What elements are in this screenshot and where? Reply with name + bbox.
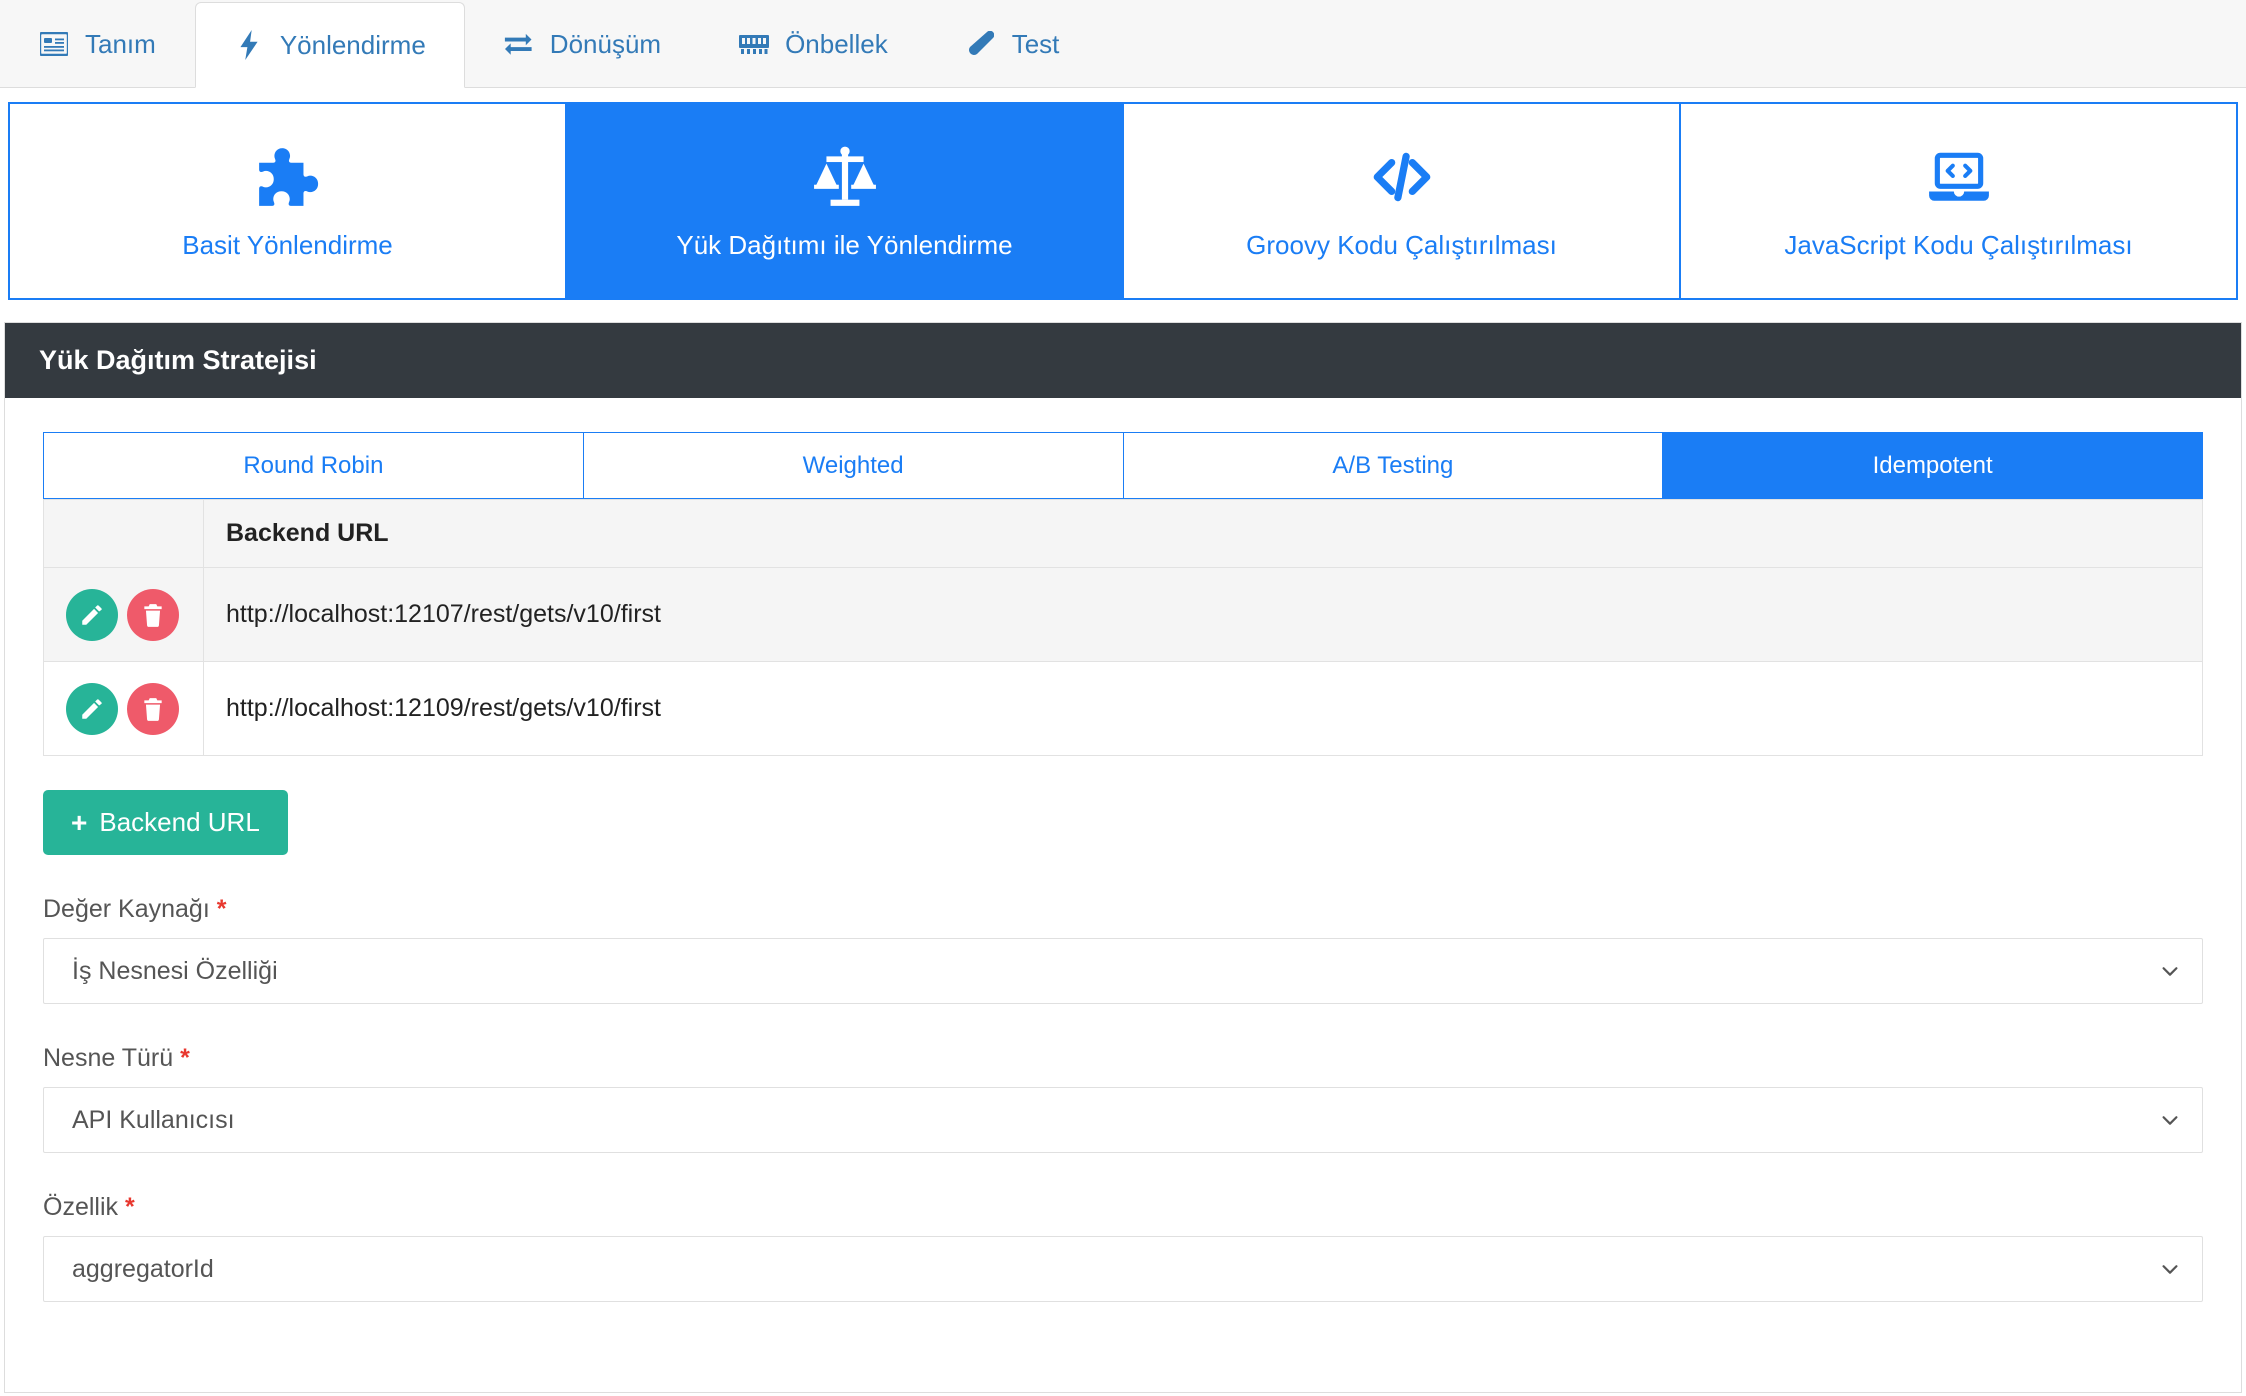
strategy-tab-ab-testing[interactable]: A/B Testing (1123, 433, 1664, 498)
delete-row-button[interactable] (126, 682, 179, 735)
routing-mode-card-tabs: Basit Yönlendirme Yük Dağıtımı ile Yönle… (0, 88, 2246, 300)
tab-label: Yönlendirme (279, 29, 426, 60)
panel-body: Round Robin Weighted A/B Testing Idempot… (5, 398, 2241, 1392)
plus-icon: + (71, 806, 88, 838)
strategy-tab-label: Round Robin (243, 451, 384, 479)
puzzle-piece-icon (255, 144, 321, 210)
strategy-tab-weighted[interactable]: Weighted (583, 433, 1124, 498)
select-wrapper: aggregatorId (43, 1236, 2203, 1302)
backend-url-cell: http://localhost:12107/rest/gets/v10/fir… (203, 567, 2203, 662)
required-asterisk: * (216, 895, 227, 923)
field-label: Nesne Türü * (43, 1044, 2203, 1073)
column-header-actions (43, 499, 204, 568)
edit-row-button[interactable] (66, 682, 118, 735)
tab-label: Önbellek (785, 28, 888, 59)
tab-test[interactable]: Test (927, 1, 1099, 87)
column-header-backend-url: Backend URL (203, 499, 2203, 568)
strategy-tabs: Round Robin Weighted A/B Testing Idempot… (43, 432, 2203, 499)
required-asterisk: * (180, 1044, 190, 1072)
field-label-text: Özellik (43, 1193, 119, 1221)
card-tab-basit-yonlendirme[interactable]: Basit Yönlendirme (10, 104, 567, 298)
field-label-text: Değer Kaynağı (43, 895, 210, 923)
field-label: Özellik * (43, 1193, 2203, 1222)
card-tab-yuk-dagitimi-ile-yonlendirme[interactable]: Yük Dağıtımı ile Yönlendirme (567, 104, 1124, 298)
deger-kaynagi-select[interactable]: İş Nesnesi Özelliği (43, 938, 2203, 1004)
field-ozellik: Özellik * aggregatorId (43, 1193, 2203, 1302)
required-asterisk: * (124, 1193, 135, 1221)
load-balancing-panel: Yük Dağıtım Stratejisi Round Robin Weigh… (4, 322, 2242, 1393)
table-list-icon (39, 29, 69, 59)
nesne-turu-select[interactable]: API Kullanıcısı (43, 1087, 2203, 1153)
strategy-tab-label: Weighted (802, 451, 904, 479)
tab-onbellek[interactable]: Önbellek (700, 1, 927, 87)
test-tube-icon (966, 29, 996, 59)
card-tab-javascript-kodu-calistirilmasi[interactable]: JavaScript Kodu Çalıştırılması (1681, 104, 2236, 298)
card-tab-label: Groovy Kodu Çalıştırılması (1246, 230, 1557, 260)
card-tab-label: Basit Yönlendirme (182, 230, 393, 260)
table-body: http://localhost:12107/rest/gets/v10/fir… (43, 567, 2203, 756)
tab-tanim[interactable]: Tanım (0, 1, 195, 87)
memory-chip-icon (739, 29, 770, 59)
edit-row-button[interactable] (66, 588, 118, 641)
select-wrapper: API Kullanıcısı (43, 1087, 2203, 1153)
strategy-tab-round-robin[interactable]: Round Robin (44, 433, 584, 498)
card-tab-label: JavaScript Kodu Çalıştırılması (1784, 230, 2133, 260)
pencil-icon (79, 696, 105, 722)
card-tab-groovy-kodu-calistirilmasi[interactable]: Groovy Kodu Çalıştırılması (1124, 104, 1681, 298)
tab-label: Tanım (85, 28, 156, 59)
field-label-text: Nesne Türü (43, 1044, 174, 1072)
select-wrapper: İş Nesnesi Özelliği (43, 938, 2203, 1004)
table-header: Backend URL (43, 499, 2203, 568)
ozellik-select[interactable]: aggregatorId (43, 1236, 2203, 1302)
backend-url-cell: http://localhost:12109/rest/gets/v10/fir… (203, 661, 2203, 756)
strategy-tab-label: Idempotent (1872, 451, 1993, 479)
field-nesne-turu: Nesne Türü * API Kullanıcısı (43, 1044, 2203, 1153)
row-actions-cell (43, 567, 204, 662)
tab-label: Dönüşüm (549, 28, 662, 59)
table-row: http://localhost:12109/rest/gets/v10/fir… (43, 661, 2203, 756)
trash-icon (140, 696, 166, 722)
card-tab-label: Yük Dağıtımı ile Yönlendirme (676, 230, 1013, 260)
backend-url-table: Backend URL http://localhost:12107/rest/… (43, 499, 2203, 756)
tab-donusum[interactable]: Dönüşüm (465, 1, 700, 87)
tab-label: Test (1011, 28, 1060, 59)
field-deger-kaynagi: Değer Kaynağı * İş Nesnesi Özelliği (43, 895, 2203, 1004)
add-backend-url-label: Backend URL (99, 807, 260, 837)
tab-yonlendirme[interactable]: Yönlendirme (194, 2, 465, 88)
trash-icon (140, 602, 166, 628)
panel-title: Yük Dağıtım Stratejisi (5, 323, 2241, 398)
pencil-icon (79, 602, 105, 628)
row-actions-cell (43, 661, 204, 756)
strategy-tab-label: A/B Testing (1332, 451, 1454, 479)
field-label: Değer Kaynağı * (43, 895, 2203, 924)
bolt-icon (234, 30, 264, 60)
code-brackets-icon (1369, 144, 1435, 210)
strategy-tab-idempotent[interactable]: Idempotent (1663, 433, 2202, 498)
table-header-row: Backend URL (43, 499, 2203, 568)
delete-row-button[interactable] (126, 588, 179, 641)
add-backend-url-button[interactable]: + Backend URL (43, 790, 288, 855)
top-navigation-tabs: Tanım Yönlendirme Dönüşüm Önbellek Test (0, 0, 2246, 88)
exchange-arrows-icon (504, 29, 534, 59)
table-row: http://localhost:12107/rest/gets/v10/fir… (43, 567, 2203, 662)
laptop-code-icon (1926, 144, 1992, 210)
balance-scale-icon (812, 144, 878, 210)
